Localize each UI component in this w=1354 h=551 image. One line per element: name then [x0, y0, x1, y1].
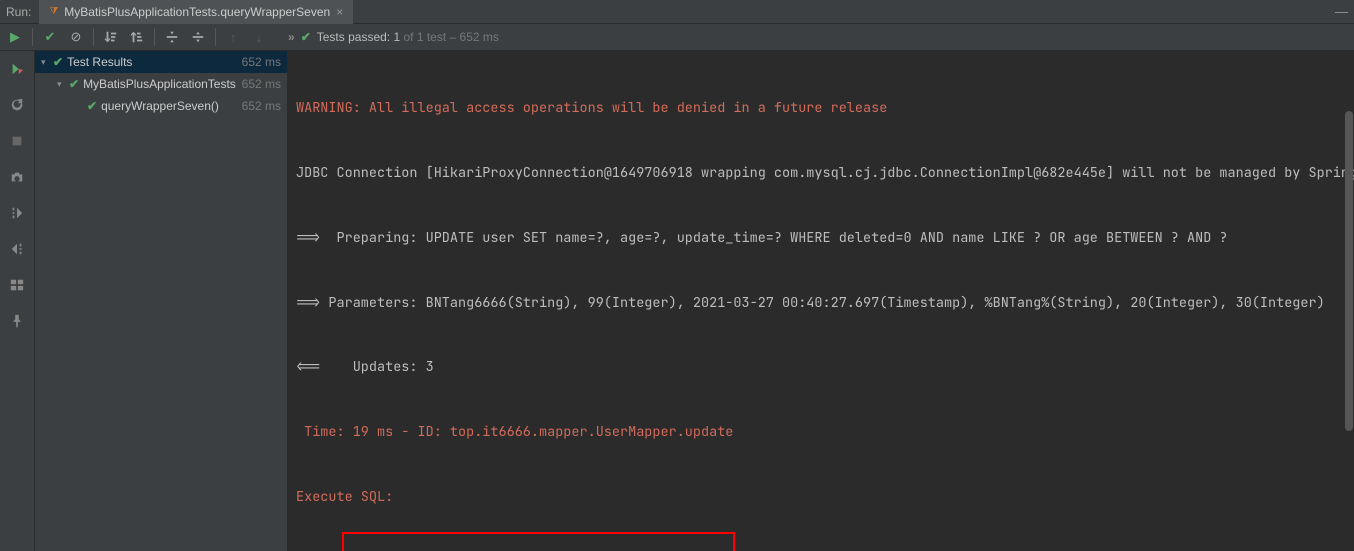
rerun-failed-button[interactable] — [5, 57, 29, 81]
run-tabs-bar: Run: ⧩ MyBatisPlusApplicationTests.query… — [0, 0, 1354, 24]
toggle-auto-test-icon — [10, 98, 24, 112]
separator — [215, 28, 216, 46]
check-icon: ✔ — [301, 30, 311, 44]
tree-root[interactable]: ▾ ✔ Test Results 652 ms — [35, 51, 287, 73]
chevron-down-icon: ▾ — [57, 79, 67, 90]
pin-button[interactable] — [5, 309, 29, 333]
show-ignored-toggle[interactable]: ⊘ — [65, 26, 87, 48]
tree-root-label: Test Results — [67, 55, 236, 69]
test-summary: » ✔ Tests passed: 1 of 1 test – 652 ms — [288, 30, 499, 44]
chevron-right-icon: » — [288, 30, 295, 44]
console-line: ==> Preparing: UPDATE user SET name=?, a… — [296, 228, 1346, 250]
console-line: Execute SQL: — [296, 487, 1346, 509]
sort-down-icon — [104, 30, 118, 44]
console-line: JDBC Connection [HikariProxyConnection@1… — [296, 163, 1346, 185]
toggle-auto-test-button[interactable] — [5, 93, 29, 117]
sort-alpha-button[interactable] — [100, 26, 122, 48]
check-icon: ✔ — [69, 77, 79, 91]
tests-passed-suffix: of 1 test – 652 ms — [400, 30, 499, 44]
check-icon: ✔ — [87, 99, 97, 113]
sql-highlight-box: UPDATE user SET name='BNTang6666', age=9… — [342, 532, 735, 551]
export-tests-button[interactable] — [5, 237, 29, 261]
rerun-button[interactable]: ▶ — [4, 26, 26, 48]
rerun-failed-icon — [10, 62, 24, 76]
separator — [32, 28, 33, 46]
prev-failed-button[interactable]: ↑ — [222, 26, 244, 48]
dump-threads-button[interactable] — [5, 165, 29, 189]
stop-icon — [10, 134, 24, 148]
run-config-tab[interactable]: ⧩ MyBatisPlusApplicationTests.queryWrapp… — [39, 0, 353, 24]
console-output[interactable]: WARNING: All illegal access operations w… — [288, 51, 1354, 551]
close-tab-button[interactable]: × — [336, 5, 343, 19]
run-toolbar: ▶ ✔ ⊘ ↑ ↓ » ✔ Tests passed: 1 of 1 test … — [0, 24, 1354, 51]
console-line: ==> Parameters: BNTang6666(String), 99(I… — [296, 293, 1346, 315]
hide-panel-button[interactable]: — — [1335, 4, 1348, 19]
console-line: <== Updates: 3 — [296, 357, 1346, 379]
run-main-area: ▾ ✔ Test Results 652 ms ▾ ✔ MyBatisPlusA… — [0, 51, 1354, 551]
test-tree: ▾ ✔ Test Results 652 ms ▾ ✔ MyBatisPlusA… — [35, 51, 288, 551]
tree-class-time: 652 ms — [236, 77, 281, 91]
sort-up-icon — [130, 30, 144, 44]
check-icon: ✔ — [53, 55, 63, 69]
tree-method[interactable]: ✔ queryWrapperSeven() 652 ms — [35, 95, 287, 117]
collapse-all-button[interactable] — [187, 26, 209, 48]
import-tests-button[interactable] — [5, 201, 29, 225]
run-label: Run: — [6, 5, 31, 19]
layout-button[interactable] — [5, 273, 29, 297]
camera-icon — [10, 170, 24, 184]
pin-icon — [10, 314, 24, 328]
scroll-thumb[interactable] — [1345, 111, 1353, 431]
tests-passed-label: Tests passed: — [317, 30, 394, 44]
next-failed-button[interactable]: ↓ — [248, 26, 270, 48]
expand-all-button[interactable] — [161, 26, 183, 48]
show-passed-toggle[interactable]: ✔ — [39, 26, 61, 48]
console-line: WARNING: All illegal access operations w… — [296, 98, 1346, 120]
test-config-icon: ⧩ — [49, 6, 58, 17]
sort-duration-button[interactable] — [126, 26, 148, 48]
tree-class[interactable]: ▾ ✔ MyBatisPlusApplicationTests 652 ms — [35, 73, 287, 95]
tree-method-time: 652 ms — [236, 99, 281, 113]
chevron-down-icon: ▾ — [41, 57, 51, 68]
console-line: Time: 19 ms - ID: top.it6666.mapper.User… — [296, 422, 1346, 444]
separator — [93, 28, 94, 46]
separator — [154, 28, 155, 46]
export-icon — [10, 242, 24, 256]
collapse-all-icon — [191, 30, 205, 44]
run-gutter — [0, 51, 35, 551]
import-icon — [10, 206, 24, 220]
layout-icon — [10, 278, 24, 292]
stop-button[interactable] — [5, 129, 29, 153]
console-scrollbar[interactable] — [1344, 51, 1354, 551]
tree-method-label: queryWrapperSeven() — [101, 99, 236, 113]
expand-all-icon — [165, 30, 179, 44]
tree-class-label: MyBatisPlusApplicationTests — [83, 77, 236, 91]
run-config-tab-title: MyBatisPlusApplicationTests.queryWrapper… — [64, 5, 330, 19]
tree-root-time: 652 ms — [236, 55, 281, 69]
